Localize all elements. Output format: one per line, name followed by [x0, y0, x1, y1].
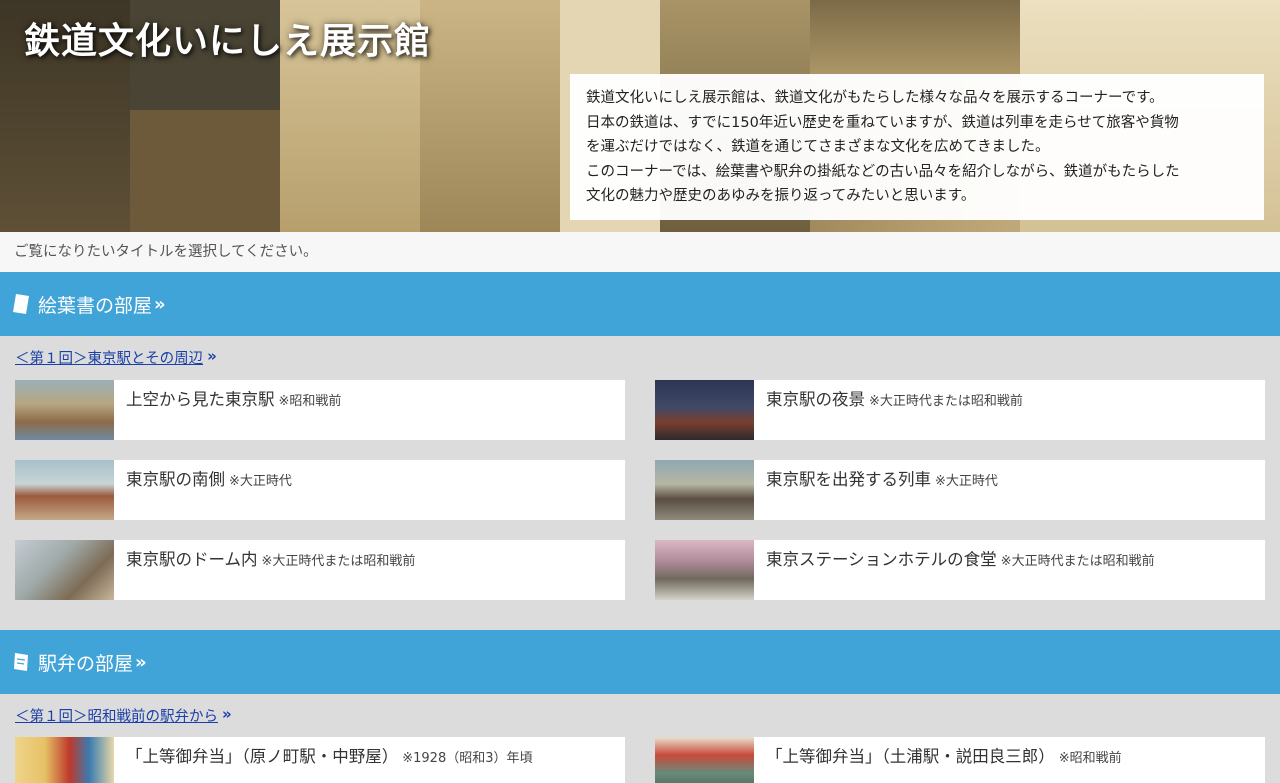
- hero-banner: 鉄道文化いにしえ展示館 鉄道文化いにしえ展示館は、鉄道文化がもたらした様々な品々…: [0, 0, 1280, 232]
- intro-description: 鉄道文化いにしえ展示館は、鉄道文化がもたらした様々な品々を展示するコーナーです。…: [570, 74, 1264, 220]
- thumbnail-south-side: [15, 460, 114, 520]
- item-card[interactable]: 東京駅を出発する列車 ※大正時代: [655, 460, 1265, 520]
- item-card[interactable]: 「上等御弁当」（原ノ町駅・中野屋） ※1928（昭和3）年頃: [15, 737, 625, 783]
- section-title: 駅弁の部屋: [38, 652, 134, 675]
- item-note: ※大正時代または昭和戦前: [1000, 554, 1155, 569]
- thumbnail-aerial-tokyo-station: [15, 380, 114, 440]
- intro-line: 文化の魅力や歴史のあゆみを振り返ってみたいと思います。: [586, 188, 976, 204]
- bento-wrapper-icon: [12, 651, 30, 673]
- item-card[interactable]: 東京駅のドーム内 ※大正時代または昭和戦前: [15, 540, 625, 600]
- item-card[interactable]: 上空から見た東京駅 ※昭和戦前: [15, 380, 625, 440]
- item-note: ※大正時代: [229, 474, 292, 489]
- series-link-prewar-ekiben[interactable]: ＜第１回＞昭和戦前の駅弁から: [15, 705, 218, 726]
- item-card[interactable]: 東京駅の夜景 ※大正時代または昭和戦前: [655, 380, 1265, 440]
- section-body-postcards: ＜第１回＞東京駅とその周辺 » 上空から見た東京駅 ※昭和戦前 東京駅の夜景 ※大正…: [0, 336, 1280, 600]
- item-note: ※大正時代または昭和戦前: [261, 554, 416, 569]
- page-title: 鉄道文化いにしえ展示館: [24, 20, 432, 62]
- item-title: 「上等御弁当」（土浦駅・説田良三郎）: [766, 747, 1055, 766]
- item-note: ※昭和戦前: [1058, 751, 1122, 766]
- item-note: ※1928（昭和3）年頃: [402, 751, 533, 766]
- section-header-ekiben: 駅弁の部屋 »: [0, 630, 1280, 694]
- double-chevron-icon: »: [135, 651, 146, 673]
- item-card[interactable]: 東京ステーションホテルの食堂 ※大正時代または昭和戦前: [655, 540, 1265, 600]
- intro-line: このコーナーでは、絵葉書や駅弁の掛紙などの古い品々を紹介しながら、鉄道がもたらし…: [586, 163, 1180, 180]
- thumbnail-dome-interior: [15, 540, 114, 600]
- item-card[interactable]: 「上等御弁当」（土浦駅・説田良三郎） ※昭和戦前: [655, 737, 1265, 783]
- double-chevron-icon: »: [207, 347, 217, 365]
- item-note: ※昭和戦前: [278, 394, 342, 409]
- intro-line: 鉄道文化いにしえ展示館は、鉄道文化がもたらした様々な品々を展示するコーナーです。: [586, 90, 1164, 106]
- thumbnail-tsuchiura-bento: [655, 737, 754, 783]
- intro-line: を運ぶだけではなく、鉄道を通じてさまざまな文化を広めてきました。: [586, 139, 1050, 155]
- thumbnail-hotel-dining: [655, 540, 754, 600]
- double-chevron-icon: »: [222, 705, 232, 723]
- postcard-icon: [12, 293, 30, 315]
- section-header-postcards: 絵葉書の部屋 »: [0, 272, 1280, 336]
- section-body-ekiben: ＜第１回＞昭和戦前の駅弁から » 「上等御弁当」（原ノ町駅・中野屋） ※1928（…: [0, 694, 1280, 783]
- item-title: 「上等御弁当」（原ノ町駅・中野屋）: [126, 747, 399, 766]
- item-grid: 上空から見た東京駅 ※昭和戦前 東京駅の夜景 ※大正時代または昭和戦前 東京駅の南側…: [15, 380, 1265, 600]
- item-card[interactable]: 東京駅の南側 ※大正時代: [15, 460, 625, 520]
- section-title: 絵葉書の部屋: [38, 294, 153, 317]
- item-grid: 「上等御弁当」（原ノ町駅・中野屋） ※1928（昭和3）年頃 「上等御弁当」（土浦…: [15, 737, 1265, 783]
- item-note: ※大正時代または昭和戦前: [869, 394, 1023, 409]
- item-title: 東京駅のドーム内: [126, 550, 258, 569]
- item-note: ※大正時代: [935, 474, 998, 489]
- thumbnail-haranomachi-bento: [15, 737, 114, 783]
- double-chevron-icon: »: [154, 293, 165, 315]
- item-title: 東京駅の南側: [126, 470, 225, 489]
- thumbnail-departing-train: [655, 460, 754, 520]
- item-title: 東京駅を出発する列車: [766, 470, 931, 489]
- item-title: 東京ステーションホテルの食堂: [766, 550, 997, 569]
- instruction-text: ご覧になりたいタイトルを選択してください。: [0, 232, 1280, 272]
- thumbnail-night-view: [655, 380, 754, 440]
- item-title: 上空から見た東京駅: [126, 390, 275, 409]
- series-link-tokyo-station[interactable]: ＜第１回＞東京駅とその周辺: [15, 347, 203, 368]
- item-title: 東京駅の夜景: [766, 390, 865, 409]
- intro-line: 日本の鉄道は、すでに150年近い歴史を重ねていますが、鉄道は列車を走らせて旅客や…: [586, 114, 1179, 131]
